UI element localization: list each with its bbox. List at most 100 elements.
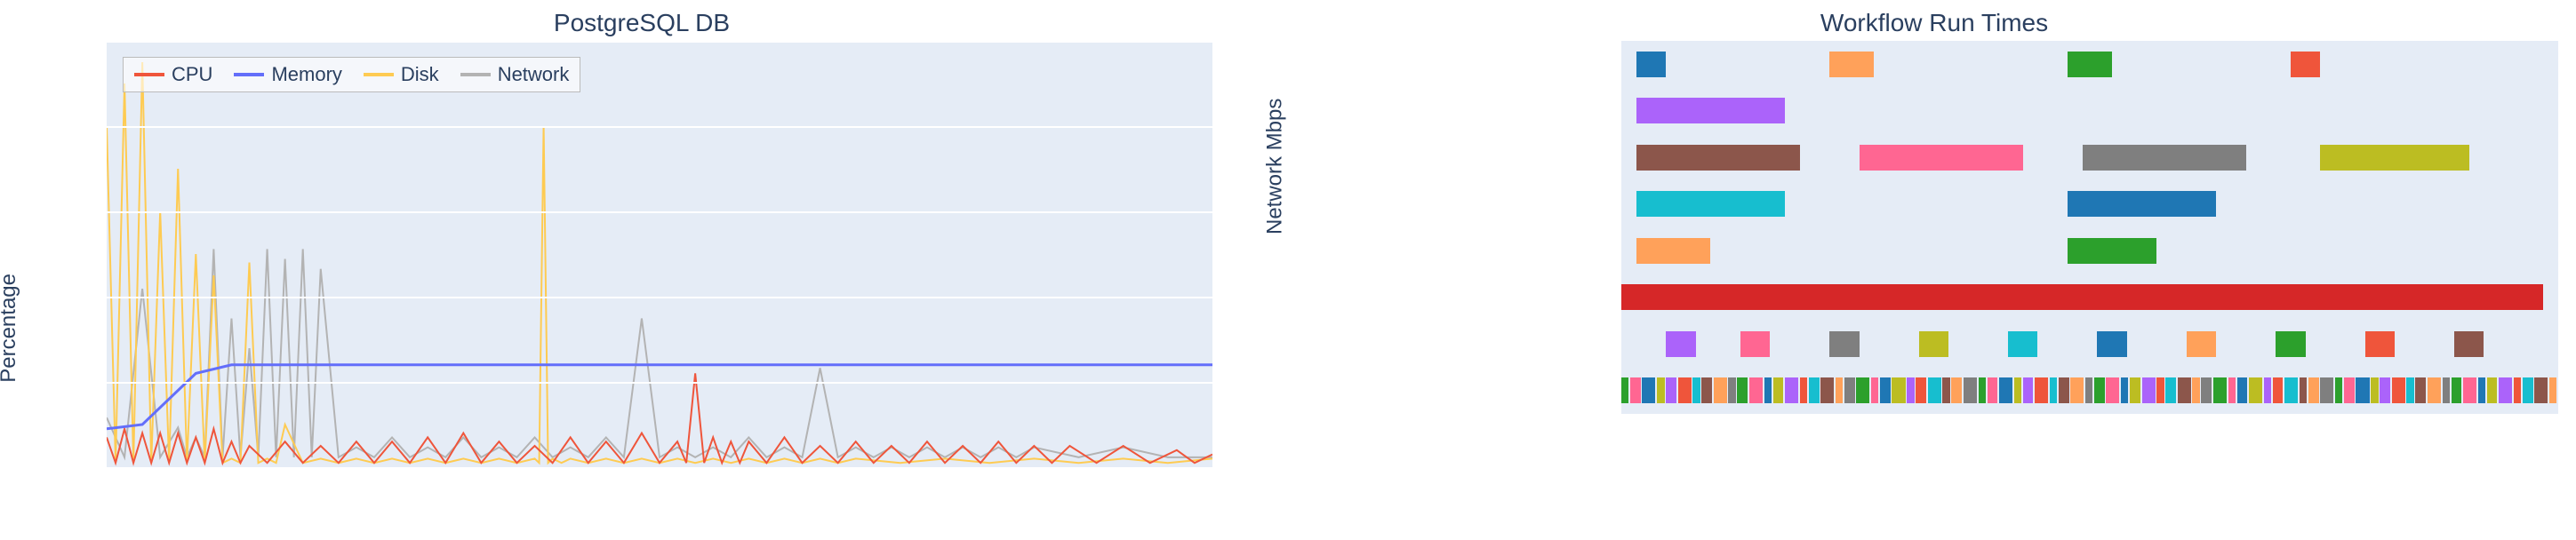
gantt-bar[interactable]	[2083, 145, 2246, 171]
gantt-bar[interactable]	[2478, 377, 2485, 403]
gantt-bar[interactable]	[1657, 377, 1664, 403]
gantt-bar[interactable]	[2514, 377, 2521, 403]
gantt-bar[interactable]	[2050, 377, 2057, 403]
gantt-bar[interactable]	[2213, 377, 2227, 403]
legend-item-memory[interactable]: Memory	[234, 63, 341, 86]
gantt-bar[interactable]	[1692, 377, 1700, 403]
gantt-bar[interactable]	[2094, 377, 2105, 403]
gantt-bar[interactable]	[2106, 377, 2119, 403]
gantt-bar[interactable]	[1829, 331, 1859, 357]
gantt-bar[interactable]	[2264, 377, 2271, 403]
gantt-bar[interactable]	[1907, 377, 1914, 403]
gantt-bar[interactable]	[1636, 238, 1711, 264]
gantt-bar[interactable]	[2308, 377, 2319, 403]
gantt-bar[interactable]	[1979, 377, 1986, 403]
gantt-bar[interactable]	[1749, 377, 1763, 403]
gantt-bar[interactable]	[1871, 377, 1878, 403]
gantt-bar[interactable]	[2487, 377, 2498, 403]
gantt-bar[interactable]	[2008, 331, 2037, 357]
gantt-bar[interactable]	[1916, 377, 1926, 403]
gantt-bar[interactable]	[1860, 145, 2023, 171]
gantt-bar[interactable]	[1701, 377, 1712, 403]
gantt-bar[interactable]	[1621, 284, 2543, 310]
gantt-bar[interactable]	[1880, 377, 1891, 403]
gantt-bar[interactable]	[1892, 377, 1905, 403]
gantt-bar[interactable]	[2068, 238, 2156, 264]
gantt-bar[interactable]	[2035, 377, 2048, 403]
gantt-bar[interactable]	[1809, 377, 1820, 403]
gantt-bar[interactable]	[1636, 191, 1785, 217]
gantt-bar[interactable]	[2443, 377, 2450, 403]
gantt-bar[interactable]	[2406, 377, 2413, 403]
gantt-bar[interactable]	[2549, 377, 2556, 403]
gantt-bar[interactable]	[2085, 377, 2092, 403]
gantt-bar[interactable]	[2201, 377, 2212, 403]
gantt-bar[interactable]	[1636, 145, 1800, 171]
gantt-bar[interactable]	[2371, 377, 2378, 403]
legend-item-network[interactable]: Network	[460, 63, 570, 86]
gantt-bar[interactable]	[2344, 377, 2355, 403]
gantt-bar[interactable]	[2165, 377, 2176, 403]
gantt-bar[interactable]	[1764, 377, 1772, 403]
gantt-bar[interactable]	[2068, 191, 2216, 217]
gantt-bar[interactable]	[1666, 377, 1676, 403]
gantt-bar[interactable]	[1919, 331, 1948, 357]
gantt-bar[interactable]	[1964, 377, 1977, 403]
gantt-bar[interactable]	[2415, 377, 2426, 403]
gantt-bar[interactable]	[2392, 377, 2405, 403]
gantt-bar[interactable]	[2499, 377, 2512, 403]
gantt-bar[interactable]	[2121, 377, 2128, 403]
gantt-bar[interactable]	[2335, 377, 2342, 403]
gantt-bar[interactable]	[2320, 145, 2468, 171]
gantt-bar[interactable]	[2273, 377, 2284, 403]
gantt-bar[interactable]	[2356, 377, 2369, 403]
gantt-bar[interactable]	[2276, 331, 2305, 357]
gantt-bar[interactable]	[2534, 377, 2548, 403]
gantt-bar[interactable]	[1785, 377, 1798, 403]
gantt-bar[interactable]	[2428, 377, 2441, 403]
gantt-bar[interactable]	[1829, 52, 1874, 77]
gantt-bar[interactable]	[2097, 331, 2126, 357]
gantt-bar[interactable]	[1928, 377, 1941, 403]
gantt-bar[interactable]	[1740, 331, 1770, 357]
gantt-bar[interactable]	[1630, 377, 1641, 403]
gantt-bar[interactable]	[2023, 377, 2034, 403]
gantt-bar[interactable]	[1636, 98, 1785, 123]
legend-item-cpu[interactable]: CPU	[134, 63, 212, 86]
gantt-bar[interactable]	[2365, 331, 2395, 357]
gantt-bar[interactable]	[1642, 377, 1655, 403]
gantt-bar[interactable]	[1951, 377, 1962, 403]
gantt-bar[interactable]	[1836, 377, 1843, 403]
gantt-bar[interactable]	[2156, 377, 2164, 403]
gantt-bar[interactable]	[2523, 377, 2533, 403]
gantt-bar[interactable]	[2070, 377, 2084, 403]
gantt-bar[interactable]	[1678, 377, 1692, 403]
gantt-bar[interactable]	[1856, 377, 1869, 403]
gantt-bar[interactable]	[2300, 377, 2307, 403]
gantt-bar[interactable]	[2463, 377, 2476, 403]
gantt-bar[interactable]	[2452, 377, 2462, 403]
legend-item-disk[interactable]: Disk	[364, 63, 439, 86]
gantt-bar[interactable]	[2130, 377, 2140, 403]
gantt-bar[interactable]	[2291, 52, 2320, 77]
gantt-bar[interactable]	[1636, 52, 1666, 77]
gantt-bar[interactable]	[2454, 331, 2484, 357]
gantt-bar[interactable]	[2142, 377, 2156, 403]
gantt-bar[interactable]	[1820, 377, 1834, 403]
gantt-bar[interactable]	[2192, 377, 2199, 403]
gantt-bar[interactable]	[2014, 377, 2021, 403]
gantt-bar[interactable]	[1942, 377, 1949, 403]
gantt-bar[interactable]	[2284, 377, 2298, 403]
gantt-bar[interactable]	[2068, 52, 2112, 77]
gantt-bar[interactable]	[1988, 377, 1998, 403]
gantt-bar[interactable]	[2249, 377, 2262, 403]
gantt-bar[interactable]	[1728, 377, 1735, 403]
gantt-bar[interactable]	[1737, 377, 1748, 403]
gantt-bar[interactable]	[1621, 377, 1628, 403]
gantt-bar[interactable]	[2059, 377, 2069, 403]
gantt-bar[interactable]	[2187, 331, 2216, 357]
gantt-bar[interactable]	[2228, 377, 2236, 403]
gantt-bar[interactable]	[1844, 377, 1855, 403]
gantt-bar[interactable]	[1999, 377, 2012, 403]
gantt-bar[interactable]	[2178, 377, 2191, 403]
